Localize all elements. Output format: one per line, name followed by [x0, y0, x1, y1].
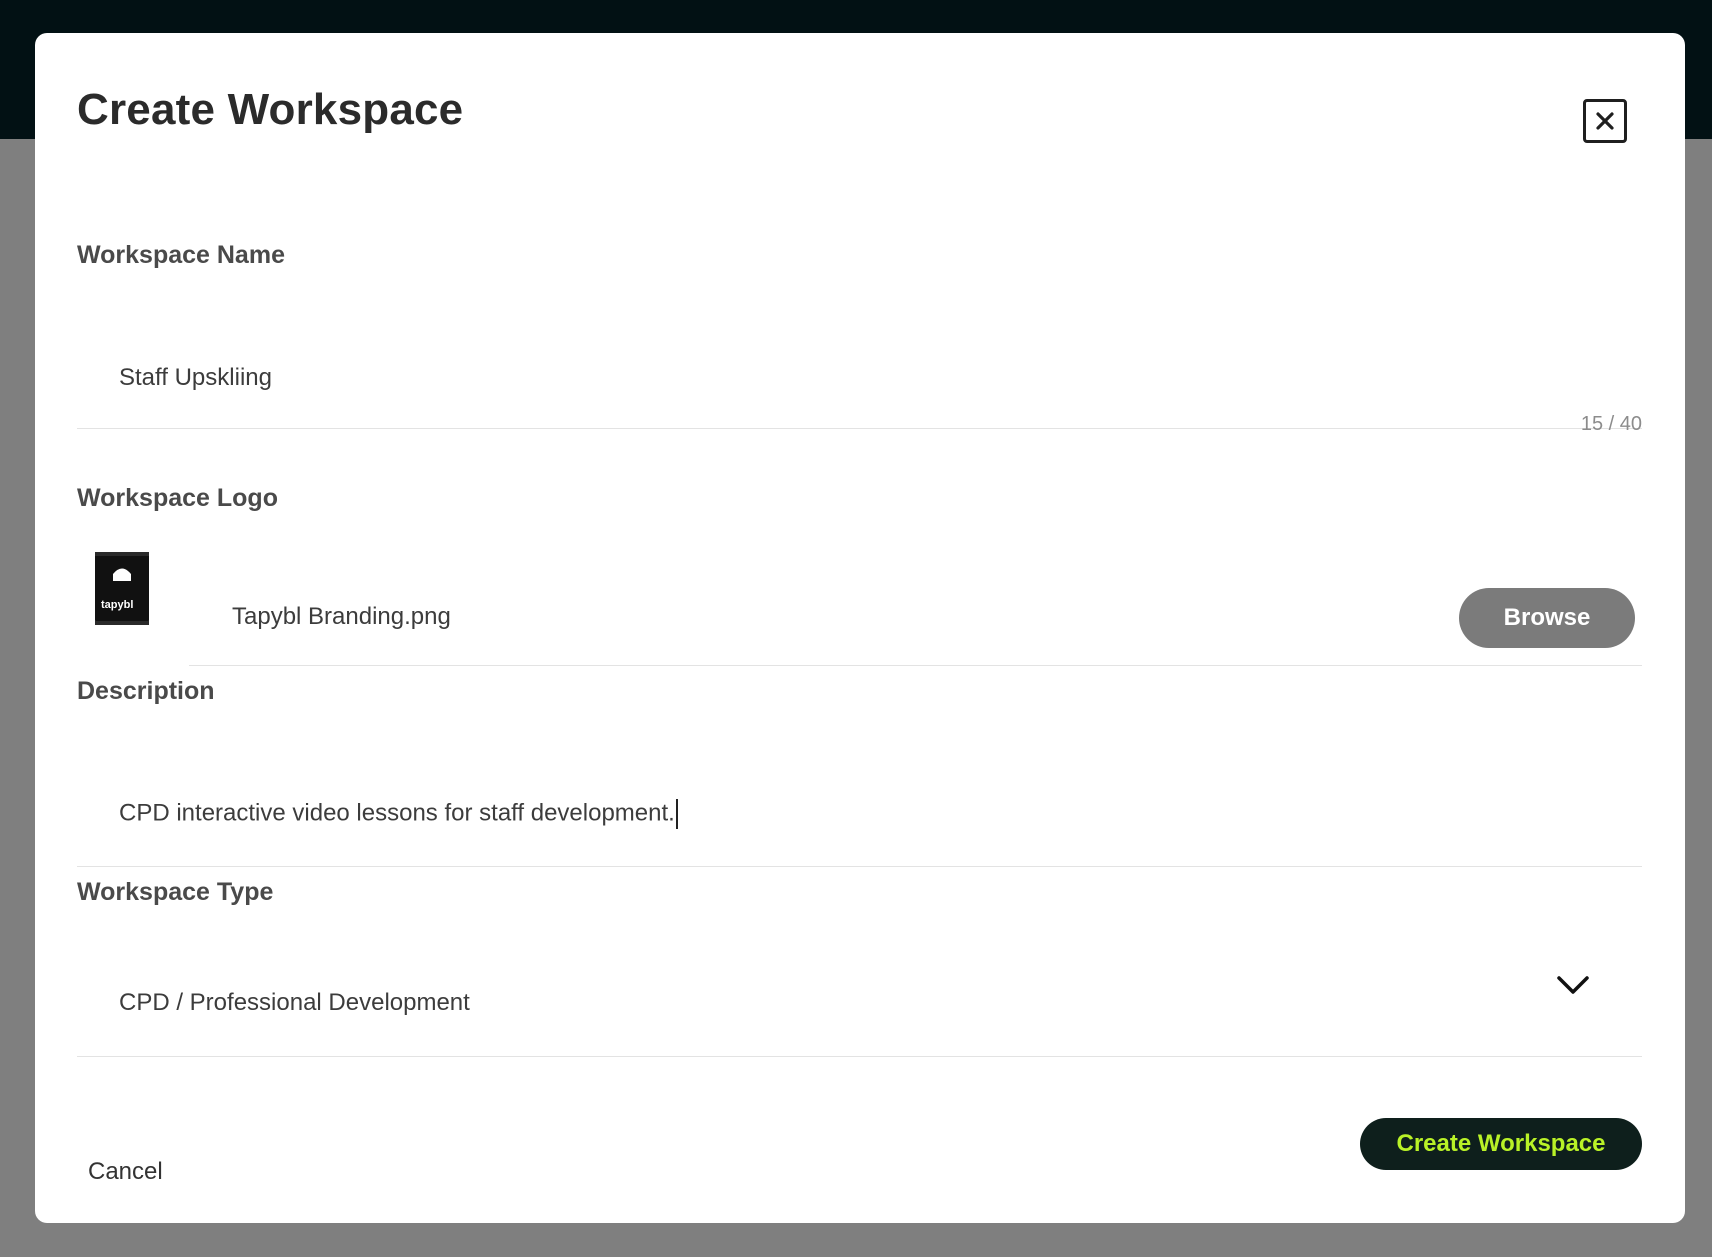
description-value[interactable]: CPD interactive video lessons for staff …: [119, 799, 675, 826]
workspace-name-input[interactable]: Staff Upskliing: [77, 318, 1642, 429]
dialog-title: Create Workspace: [77, 85, 464, 134]
create-workspace-button[interactable]: Create Workspace: [1360, 1118, 1642, 1170]
close-icon: [1596, 112, 1614, 130]
description-input[interactable]: CPD interactive video lessons for staff …: [77, 758, 1642, 867]
workspace-type-label: Workspace Type: [77, 878, 274, 906]
description-label: Description: [77, 677, 215, 705]
workspace-type-select[interactable]: CPD / Professional Development: [77, 953, 1642, 1057]
browse-button[interactable]: Browse: [1459, 588, 1635, 648]
workspace-name-label: Workspace Name: [77, 241, 285, 269]
cancel-button[interactable]: Cancel: [88, 1158, 163, 1186]
logo-thumbnail-text: tapybl: [101, 599, 133, 611]
character-counter: 15 / 40: [1580, 413, 1642, 435]
workspace-logo-thumbnail: tapybl: [95, 552, 149, 625]
workspace-logo-field: Tapybl Branding.png Browse: [189, 553, 1642, 666]
workspace-type-selected[interactable]: CPD / Professional Development: [119, 989, 470, 1017]
create-workspace-dialog: Create Workspace Workspace Name Staff Up…: [35, 33, 1685, 1223]
logo-filename: Tapybl Branding.png: [232, 603, 451, 630]
text-cursor: [675, 799, 678, 829]
description-text-wrapper[interactable]: CPD interactive video lessons for staff …: [119, 799, 678, 829]
workspace-logo-label: Workspace Logo: [77, 484, 278, 512]
workspace-name-value[interactable]: Staff Upskliing: [119, 364, 272, 392]
close-button[interactable]: [1583, 99, 1627, 143]
chevron-down-icon[interactable]: [1553, 965, 1593, 1005]
